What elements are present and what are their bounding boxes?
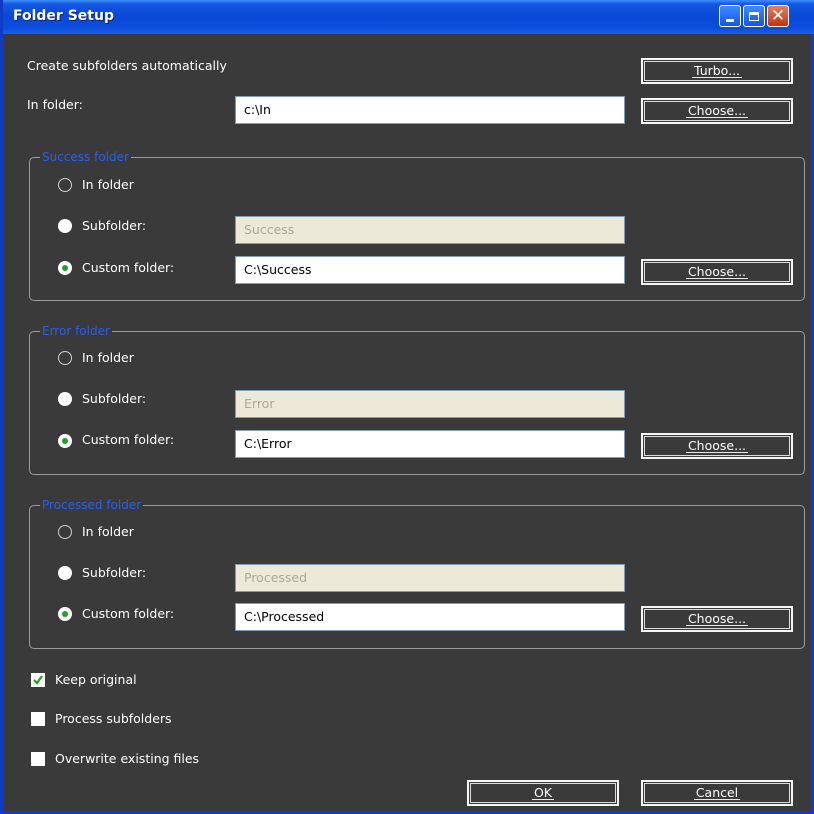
- processed-custom-folder-label: Custom folder:: [82, 606, 175, 621]
- ok-button[interactable]: OK: [467, 780, 619, 806]
- choose-button-label: Choose...: [685, 103, 749, 118]
- success-custom-folder-label: Custom folder:: [82, 260, 175, 275]
- error-subfolder-input[interactable]: Error: [235, 390, 625, 418]
- choose-button-label: Choose...: [685, 438, 749, 453]
- error-choose-button[interactable]: Choose...: [641, 433, 793, 459]
- success-subfolder-radio[interactable]: [58, 219, 72, 233]
- minimize-button[interactable]: [719, 5, 741, 27]
- turbo-button[interactable]: Turbo...: [641, 58, 793, 84]
- turbo-button-label: Turbo...: [691, 63, 743, 78]
- error-in-folder-radio[interactable]: [58, 351, 72, 365]
- ok-button-label: OK: [531, 785, 555, 800]
- title-bar[interactable]: Folder Setup ✕: [3, 0, 814, 34]
- overwrite-existing-files-label: Overwrite existing files: [55, 751, 200, 766]
- overwrite-existing-files-checkbox[interactable]: [31, 752, 45, 766]
- success-in-folder-label: In folder: [82, 177, 134, 192]
- error-custom-folder-label: Custom folder:: [82, 432, 175, 447]
- processed-subfolder-input[interactable]: Processed: [235, 564, 625, 592]
- cancel-button-label: Cancel: [693, 785, 741, 800]
- success-folder-legend: Success folder: [40, 150, 131, 164]
- choose-button-label: Choose...: [685, 264, 749, 279]
- success-subfolder-label: Subfolder:: [82, 218, 147, 233]
- folder-setup-window: Folder Setup ✕ Create subfolders automat…: [0, 0, 814, 814]
- success-in-folder-radio[interactable]: [58, 178, 72, 192]
- success-choose-button[interactable]: Choose...: [641, 259, 793, 285]
- error-subfolder-radio[interactable]: [58, 392, 72, 406]
- processed-subfolder-label: Subfolder:: [82, 565, 147, 580]
- error-in-folder-label: In folder: [82, 350, 134, 365]
- processed-custom-folder-radio[interactable]: [58, 607, 72, 621]
- minimize-icon: [726, 19, 734, 22]
- keep-original-label: Keep original: [55, 672, 137, 687]
- error-folder-legend: Error folder: [40, 324, 112, 338]
- maximize-button[interactable]: [743, 5, 765, 27]
- processed-custom-folder-input[interactable]: C:\Processed: [235, 603, 625, 631]
- create-subfolders-label: Create subfolders automatically: [27, 58, 227, 73]
- close-icon: ✕: [770, 5, 786, 26]
- keep-original-checkbox[interactable]: [31, 673, 45, 687]
- processed-folder-legend: Processed folder: [40, 498, 144, 512]
- in-folder-label: In folder:: [27, 97, 83, 112]
- choose-button-label: Choose...: [685, 611, 749, 626]
- success-custom-folder-radio[interactable]: [58, 261, 72, 275]
- in-folder-choose-button[interactable]: Choose...: [641, 98, 793, 124]
- processed-in-folder-label: In folder: [82, 524, 134, 539]
- processed-subfolder-radio[interactable]: [58, 566, 72, 580]
- processed-choose-button[interactable]: Choose...: [641, 606, 793, 632]
- error-custom-folder-radio[interactable]: [58, 434, 72, 448]
- checkmark-icon: [33, 675, 43, 685]
- error-subfolder-label: Subfolder:: [82, 391, 147, 406]
- maximize-icon: [749, 11, 759, 21]
- success-subfolder-input[interactable]: Success: [235, 216, 625, 244]
- process-subfolders-checkbox[interactable]: [31, 712, 45, 726]
- close-button[interactable]: ✕: [767, 5, 789, 27]
- error-custom-folder-input[interactable]: C:\Error: [235, 430, 625, 458]
- processed-in-folder-radio[interactable]: [58, 525, 72, 539]
- success-custom-folder-input[interactable]: C:\Success: [235, 256, 625, 284]
- process-subfolders-label: Process subfolders: [55, 711, 172, 726]
- cancel-button[interactable]: Cancel: [641, 780, 793, 806]
- in-folder-input[interactable]: c:\In: [235, 96, 625, 124]
- window-title: Folder Setup: [13, 8, 114, 24]
